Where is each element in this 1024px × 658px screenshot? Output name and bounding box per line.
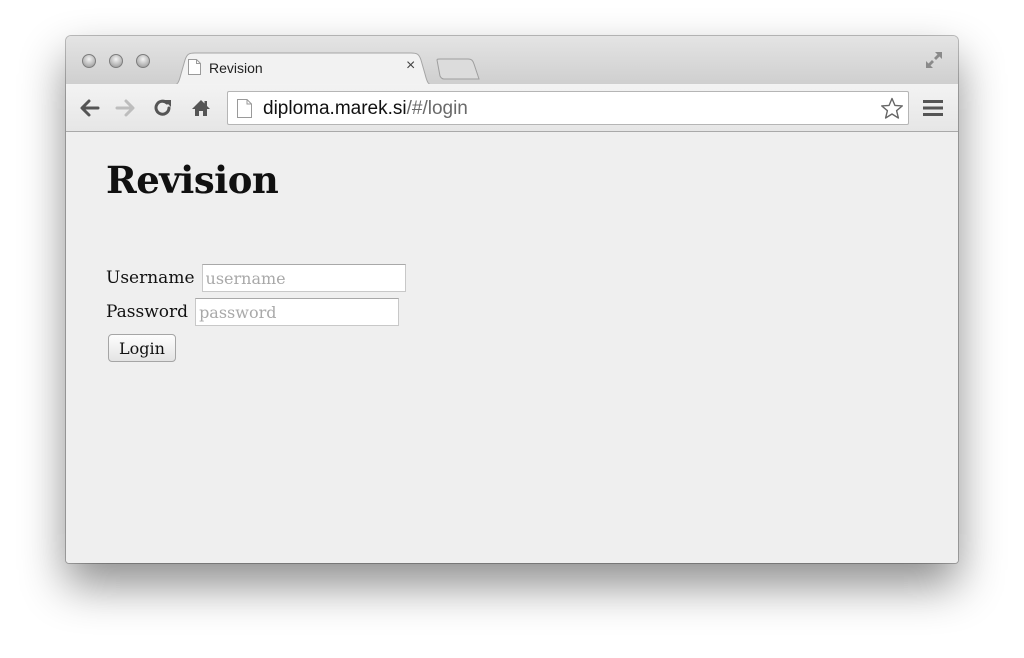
page-icon	[237, 99, 252, 123]
address-bar[interactable]: diploma.marek.si/#/login	[227, 91, 909, 125]
close-window-button[interactable]	[82, 54, 96, 68]
page-content: Revision Username Password Login	[66, 132, 958, 563]
page-icon	[188, 59, 201, 80]
hamburger-menu-icon[interactable]	[922, 98, 944, 123]
tab-strip: Revision ×	[66, 36, 958, 86]
browser-window: Revision × diploma.marek.si/#/login Revi…	[66, 36, 958, 563]
back-arrow-icon[interactable]	[78, 97, 100, 119]
zoom-window-button[interactable]	[136, 54, 150, 68]
url-text[interactable]: diploma.marek.si/#/login	[263, 98, 468, 120]
url-path: /#/login	[406, 98, 468, 119]
password-input[interactable]	[195, 298, 400, 326]
forward-arrow-icon[interactable]	[115, 97, 137, 119]
username-row: Username	[106, 264, 406, 292]
password-row: Password	[106, 298, 400, 326]
username-label: Username	[106, 268, 195, 288]
browser-toolbar: diploma.marek.si/#/login	[66, 84, 958, 132]
tab-close-icon[interactable]: ×	[406, 57, 415, 75]
login-button[interactable]: Login	[108, 334, 176, 362]
tab-title: Revision	[209, 60, 263, 76]
url-host: diploma.marek.si	[263, 98, 407, 119]
star-icon[interactable]	[880, 97, 904, 125]
username-input[interactable]	[201, 264, 406, 292]
page-title: Revision	[106, 158, 279, 202]
minimize-window-button[interactable]	[109, 54, 123, 68]
fullscreen-icon[interactable]	[924, 50, 944, 75]
tab-revision[interactable]: Revision ×	[170, 52, 436, 86]
new-tab-button[interactable]	[436, 58, 480, 85]
home-icon[interactable]	[190, 97, 212, 119]
password-label: Password	[106, 302, 189, 322]
reload-icon[interactable]	[152, 97, 174, 119]
